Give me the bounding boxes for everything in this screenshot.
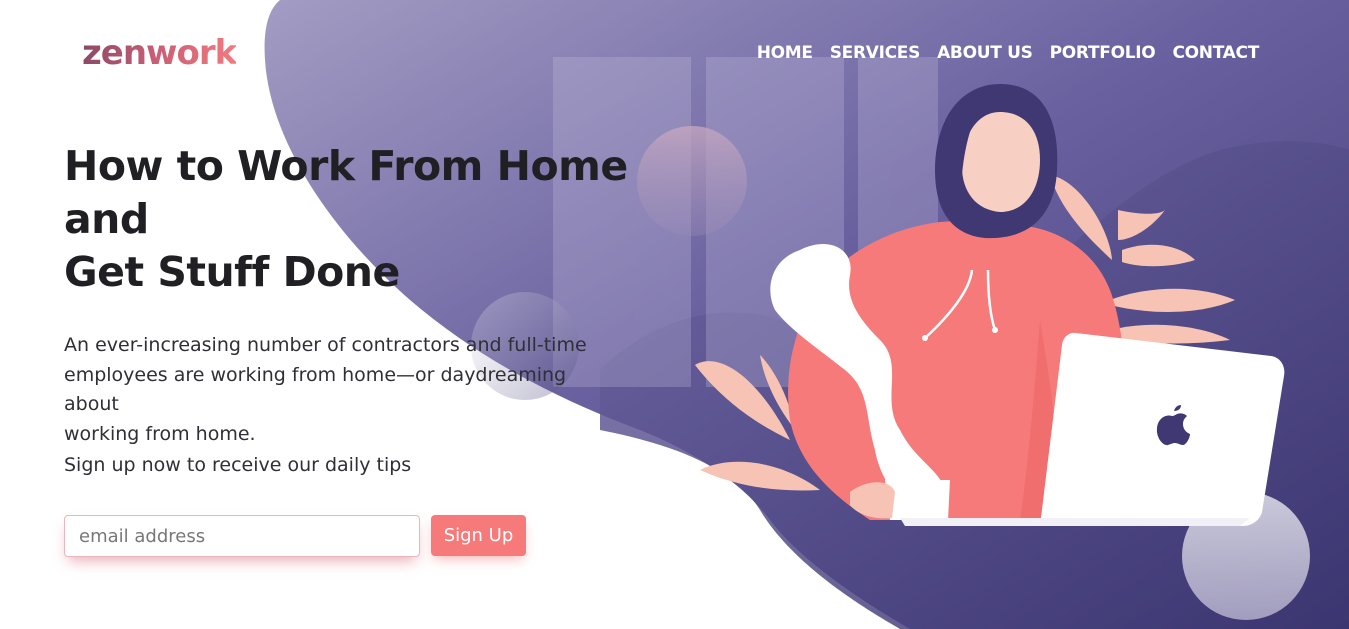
coffee-mug xyxy=(850,480,950,520)
nav-home-link[interactable]: HOME xyxy=(757,43,813,63)
email-input[interactable] xyxy=(64,515,420,557)
nav-about-link[interactable]: ABOUT US xyxy=(937,43,1033,63)
hero-headline: How to Work From Home and Get Stuff Done xyxy=(64,140,664,299)
hero-headline-line: and xyxy=(64,195,149,243)
hero-intro: An ever-increasing number of contractors… xyxy=(64,331,624,449)
nav-portfolio-link[interactable]: PORTFOLIO xyxy=(1050,43,1156,63)
hero-intro-line: employees are working from home—or daydr… xyxy=(64,363,567,416)
hero-intro-line: working from home. xyxy=(64,422,256,445)
hero-headline-line: How to Work From Home xyxy=(64,142,628,190)
nav-services-link[interactable]: SERVICES xyxy=(830,43,921,63)
main-nav: HOME SERVICES ABOUT US PORTFOLIO CONTACT xyxy=(757,43,1260,63)
signup-prompt: Sign up now to receive our daily tips xyxy=(64,454,412,476)
hero-intro-line: An ever-increasing number of contractors… xyxy=(64,334,587,356)
nav-contact-link[interactable]: CONTACT xyxy=(1172,43,1259,63)
hero-headline-line: Get Stuff Done xyxy=(64,248,400,296)
sign-up-button[interactable]: Sign Up xyxy=(431,515,526,556)
brand-logo[interactable]: zenwork xyxy=(82,33,237,73)
